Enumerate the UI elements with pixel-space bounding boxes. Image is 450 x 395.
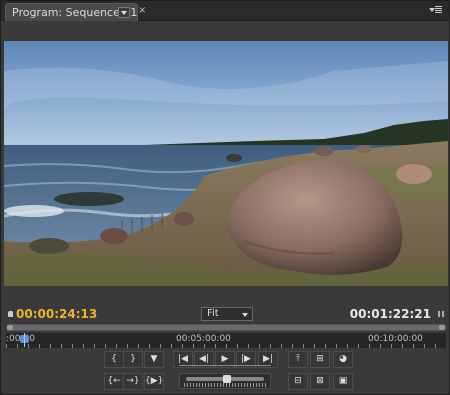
marker-icon[interactable] xyxy=(8,311,13,317)
time-ruler[interactable]: :00:00 00:05:00:00 00:10:00:00 xyxy=(6,333,446,348)
timeline-zoom-scrollbar[interactable] xyxy=(6,324,446,331)
go-to-previous-edit-button[interactable]: {← xyxy=(104,373,124,390)
go-to-next-edit-button[interactable]: →} xyxy=(123,373,143,390)
zoom-level-select[interactable]: Fit xyxy=(201,307,253,321)
beach-scene-image xyxy=(4,41,448,286)
shuttle-control[interactable] xyxy=(179,373,271,389)
safe-margins-button[interactable]: ⊞ xyxy=(310,351,330,368)
shuttle-knob[interactable] xyxy=(223,375,231,383)
ruler-label-5min: 00:05:00:00 xyxy=(176,334,231,344)
program-monitor-panel: Program: Sequence 01 × 00:00:24:13 Fit 0… xyxy=(0,0,450,395)
zoom-level-value: Fit xyxy=(207,308,219,319)
extract-button[interactable]: ⊠ xyxy=(310,373,330,390)
video-frame xyxy=(4,41,448,286)
lift-button[interactable]: ⤒ xyxy=(288,351,308,368)
tab-close-icon[interactable]: × xyxy=(138,5,146,16)
tab-dropdown-button[interactable] xyxy=(118,7,130,18)
playhead-handle[interactable] xyxy=(19,333,29,347)
panel-menu-icon[interactable] xyxy=(429,5,443,15)
play-in-to-out-button[interactable]: {▶} xyxy=(144,373,164,390)
jog-slider[interactable] xyxy=(179,361,271,370)
export-frame-button[interactable]: ▣ xyxy=(333,373,353,390)
tab-bar: Program: Sequence 01 × xyxy=(1,1,449,21)
current-timecode[interactable]: 00:00:24:13 xyxy=(16,307,97,321)
ruler-label-10min: 00:10:00:00 xyxy=(368,334,423,344)
ruler-ticks xyxy=(6,344,446,348)
tab-program-sequence[interactable]: Program: Sequence 01 xyxy=(5,3,138,21)
duration-timecode: 00:01:22:21 xyxy=(349,307,431,321)
output-button[interactable]: ◕ xyxy=(333,351,353,368)
mark-in-button[interactable]: { xyxy=(104,351,124,368)
settings-icon[interactable] xyxy=(438,311,444,317)
trim-monitor-button[interactable]: ⊟ xyxy=(288,373,308,390)
set-marker-button[interactable]: ▼ xyxy=(144,351,164,368)
mark-out-button[interactable]: } xyxy=(123,351,143,368)
